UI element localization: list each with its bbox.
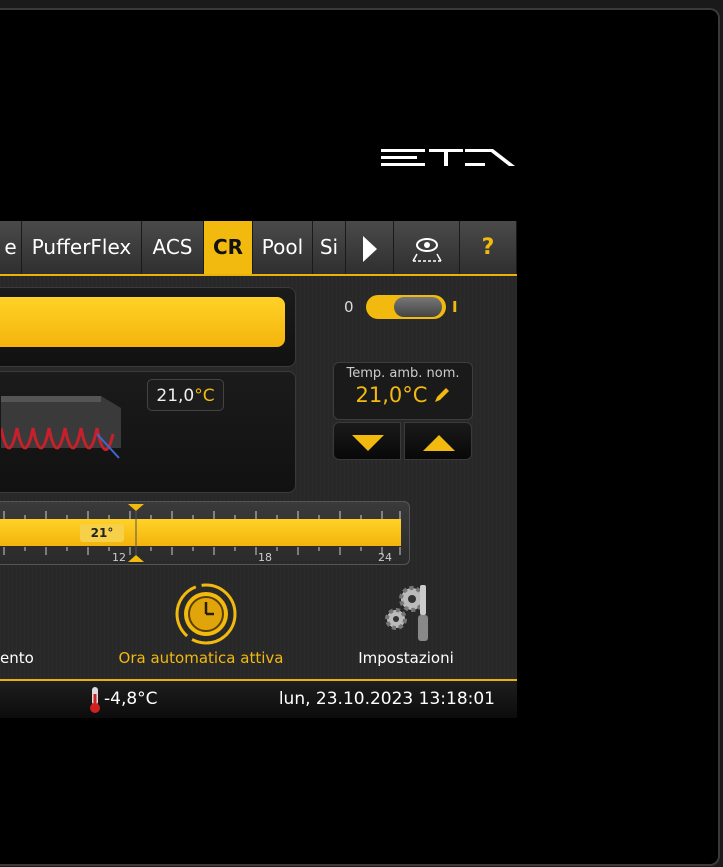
setpoint-title: Temp. amb. nom. <box>346 366 460 381</box>
mode-bar[interactable] <box>0 297 285 347</box>
pencil-icon <box>434 388 449 402</box>
next-tab-button[interactable] <box>346 221 394 274</box>
toggle-knob <box>394 297 442 317</box>
tab-cr[interactable]: CR <box>204 221 253 274</box>
tab-acs[interactable]: ACS <box>142 221 204 274</box>
tab-bar: e PufferFlex ACS CR Pool Si ? <box>0 221 517 276</box>
eta-logo <box>381 149 515 166</box>
device-frame: e PufferFlex ACS CR Pool Si ? 21,0°C 0 I… <box>0 8 720 866</box>
toggle-off-label: 0 <box>344 298 354 316</box>
datetime: lun, 23.10.2023 13:18:01 <box>278 689 495 709</box>
arrow-down-icon <box>352 435 384 451</box>
outdoor-temp: -4,8°C <box>104 689 158 709</box>
tick-label-12: 12 <box>112 551 126 564</box>
clock-icon <box>175 583 237 645</box>
tab-pool[interactable]: Pool <box>253 221 313 274</box>
help-button[interactable]: ? <box>460 221 517 274</box>
eye-icon <box>411 237 442 262</box>
tab-previous[interactable]: e <box>0 221 22 274</box>
now-marker-top <box>128 504 144 511</box>
room-temp-actual: 21,0°C <box>147 379 224 411</box>
heating-circuit-toggle[interactable]: 0 I <box>340 295 480 320</box>
arrow-up-icon <box>423 435 455 451</box>
room-temp-unit: °C <box>194 386 215 406</box>
auto-time-button[interactable] <box>168 583 244 645</box>
tick-label-18: 18 <box>258 551 272 564</box>
tab-pufferflex[interactable]: PufferFlex <box>22 221 142 274</box>
view-button[interactable] <box>394 221 460 274</box>
gears-icon <box>385 585 428 641</box>
setpoint-value: 21,0°C <box>355 383 428 407</box>
play-arrow-icon <box>362 235 377 262</box>
setpoint-box: Temp. amb. nom. 21,0°C <box>333 362 473 420</box>
tab-si[interactable]: Si <box>313 221 346 274</box>
settings-label: Impostazioni <box>358 649 454 667</box>
settings-button[interactable] <box>376 581 436 645</box>
auto-time-label: Ora automatica attiva <box>118 649 284 667</box>
schedule-temp-label: 21° <box>80 524 124 542</box>
icon-label-partial[interactable]: ento <box>0 649 40 667</box>
controller-screen: e PufferFlex ACS CR Pool Si ? 21,0°C 0 I… <box>0 221 517 718</box>
now-marker-bottom <box>128 555 144 562</box>
toggle-on-label: I <box>452 298 458 316</box>
status-bar: -4,8°C lun, 23.10.2023 13:18:01 <box>0 679 517 718</box>
timeline-ticks <box>3 504 401 562</box>
thermometer-icon <box>90 687 100 713</box>
increase-temp-button[interactable] <box>404 422 472 460</box>
decrease-temp-button[interactable] <box>333 422 401 460</box>
setpoint-value-row[interactable]: 21,0°C <box>334 383 472 407</box>
floor-heating-illustration <box>1 396 121 459</box>
tick-label-24: 24 <box>378 551 392 564</box>
toggle-switch[interactable] <box>366 295 446 319</box>
room-temp-value: 21,0 <box>156 386 195 406</box>
